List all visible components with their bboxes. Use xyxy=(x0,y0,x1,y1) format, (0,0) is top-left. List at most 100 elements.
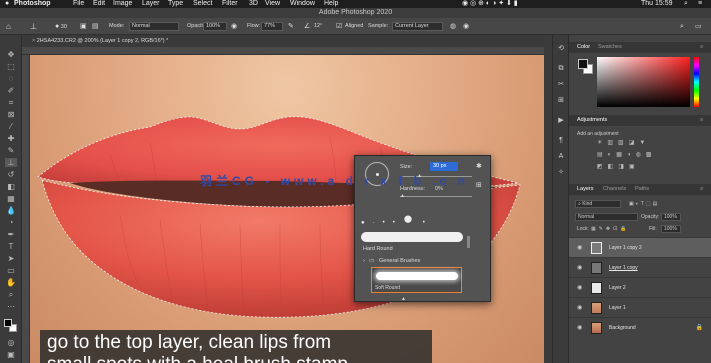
workspace-icon[interactable]: ▭ xyxy=(695,18,702,35)
home-icon[interactable]: ⌂ xyxy=(6,18,11,35)
mode-dropdown[interactable]: Normal xyxy=(129,22,179,31)
menu-3d[interactable]: 3D xyxy=(249,0,258,8)
menu-image[interactable]: Image xyxy=(113,0,132,8)
ignore-adjustment-icon[interactable]: ◍ xyxy=(450,18,456,35)
pressure-size-icon[interactable]: ◉ xyxy=(463,18,469,35)
blur-tool-icon[interactable]: 💧 xyxy=(5,206,17,215)
tab-adjustments[interactable]: Adjustments xyxy=(577,115,607,126)
move-tool-icon[interactable]: ✥ xyxy=(5,50,17,59)
apple-icon[interactable]: ● xyxy=(5,0,9,8)
fill-field[interactable]: 100% xyxy=(661,225,681,233)
frame-tool-icon[interactable]: ⊠ xyxy=(5,110,17,119)
dodge-tool-icon[interactable]: ◔ xyxy=(5,218,17,227)
healing-brush-tool-icon[interactable]: ✚ xyxy=(5,134,17,143)
lasso-tool-icon[interactable]: ◌ xyxy=(5,74,17,83)
quick-select-tool-icon[interactable]: ✐ xyxy=(5,86,17,95)
rectangle-tool-icon[interactable]: ▭ xyxy=(5,266,17,275)
kind-filter-dropdown[interactable]: ⌕ Kind xyxy=(575,200,621,208)
airbrush-icon[interactable]: ✎ xyxy=(288,18,294,35)
clone-source-icon[interactable]: ▤ xyxy=(92,18,99,35)
app-menu[interactable]: Photoshop xyxy=(14,0,51,8)
visibility-eye-icon[interactable]: ◉ xyxy=(577,238,585,258)
adjustments-menu-icon[interactable]: ≡ xyxy=(700,115,703,126)
quick-mask-icon[interactable]: ◎ xyxy=(5,338,17,347)
general-brushes-folder[interactable]: General Brushes xyxy=(379,258,420,264)
sample-dropdown[interactable]: Current Layer xyxy=(392,22,443,31)
history-brush-tool-icon[interactable]: ↺ xyxy=(5,170,17,179)
libraries-icon[interactable]: ✂ xyxy=(557,81,565,88)
properties-icon[interactable]: ⧉ xyxy=(557,65,565,72)
visibility-eye-icon[interactable]: ◉ xyxy=(577,258,585,278)
visibility-eye-icon[interactable]: ◉ xyxy=(577,298,585,318)
pressure-opacity-icon[interactable]: ◉ xyxy=(231,18,237,35)
tab-paths[interactable]: Paths xyxy=(635,184,649,195)
layer-row[interactable]: ◉ Layer 1 xyxy=(569,297,711,317)
adjustment-icons-row-1[interactable]: ☀▥▧◪▼ xyxy=(597,139,650,146)
screen-mode-icon[interactable]: ▣ xyxy=(5,350,17,359)
layer-row[interactable]: ◉ Layer 2 xyxy=(569,277,711,297)
folder-chevron-icon[interactable]: › xyxy=(363,258,365,264)
new-preset-icon[interactable]: ⊞ xyxy=(476,181,482,189)
menu-window[interactable]: Window xyxy=(290,0,315,8)
hard-round-preview[interactable] xyxy=(361,232,463,242)
opacity-field[interactable]: 100% xyxy=(203,22,227,31)
type-tool-icon[interactable]: T xyxy=(5,242,17,251)
foreground-color[interactable] xyxy=(578,59,588,69)
hard-round-label[interactable]: Hard Round xyxy=(363,246,393,252)
layer-row[interactable]: ◉ Background 🔒 xyxy=(569,317,711,337)
brush-tool-icon[interactable]: ✎ xyxy=(5,146,17,155)
hardness-slider-thumb[interactable]: ▲ xyxy=(400,193,405,199)
gradient-tool-icon[interactable]: ▦ xyxy=(5,194,17,203)
flow-field[interactable]: 77% xyxy=(261,22,283,31)
tab-layers[interactable]: Layers xyxy=(577,184,594,195)
tab-color[interactable]: Color xyxy=(577,42,590,53)
tab-swatches[interactable]: Swatches xyxy=(598,42,622,53)
aligned-checkbox[interactable]: ☑ xyxy=(336,18,342,35)
menu-type[interactable]: Type xyxy=(168,0,183,8)
paragraph-icon[interactable]: ¶ xyxy=(557,137,565,144)
popup-settings-icon[interactable]: ✱ xyxy=(476,162,482,170)
eraser-tool-icon[interactable]: ◧ xyxy=(5,182,17,191)
menu-file[interactable]: File xyxy=(73,0,84,8)
spotlight-icon[interactable]: ⌕ xyxy=(684,0,688,8)
size-field[interactable]: 30 px xyxy=(430,162,458,171)
vertical-scrollbar[interactable] xyxy=(544,35,552,363)
soft-round-preset[interactable]: Soft Round xyxy=(371,267,462,293)
hue-slider[interactable] xyxy=(694,57,699,107)
lock-icon[interactable]: 🔒 xyxy=(696,318,703,338)
layer-filter-icons[interactable]: ▣◐T⬚▤ xyxy=(629,201,659,207)
pen-tool-icon[interactable]: ✒ xyxy=(5,230,17,239)
history-icon[interactable]: ⟲ xyxy=(557,45,565,52)
tab-channels[interactable]: Channels xyxy=(603,184,626,195)
layer-opacity-field[interactable]: 100% xyxy=(661,213,681,221)
hardness-slider-track[interactable] xyxy=(400,196,472,197)
menu-layer[interactable]: Layer xyxy=(142,0,160,8)
brush-preset-picker[interactable]: ● 30 xyxy=(55,18,67,36)
actions-icon[interactable]: ▶ xyxy=(557,117,565,124)
popup-scrollbar[interactable] xyxy=(467,236,470,248)
layer-row[interactable]: ◉ Layer 1 copy 2 xyxy=(569,237,711,257)
path-select-tool-icon[interactable]: ➤ xyxy=(5,254,17,263)
hand-tool-icon[interactable]: ✋ xyxy=(5,278,17,287)
layer-row[interactable]: ◉ Layer 1 copy xyxy=(569,257,711,277)
menu-help[interactable]: Help xyxy=(324,0,338,8)
eyedropper-tool-icon[interactable]: ⁄ xyxy=(5,122,17,131)
lock-icons[interactable]: ▦✎✥⊡🔒 xyxy=(591,226,630,232)
visibility-eye-icon[interactable]: ◉ xyxy=(577,278,585,298)
marquee-tool-icon[interactable]: ⬚ xyxy=(5,62,17,71)
brush-settings-icon[interactable]: ▣ xyxy=(80,18,87,35)
menu-filter[interactable]: Filter xyxy=(222,0,238,8)
control-center-icon[interactable]: ≡ xyxy=(698,0,702,8)
recent-brushes-row[interactable]: ●·••● • xyxy=(361,210,467,228)
popup-resize-handle[interactable]: ▲ xyxy=(401,296,406,302)
crop-tool-icon[interactable]: ⌗ xyxy=(5,98,17,107)
angle-value[interactable]: 12° xyxy=(314,18,322,35)
zoom-tool-icon[interactable]: ⌕ xyxy=(5,290,17,299)
foreground-color-swatch[interactable] xyxy=(4,319,12,327)
glyphs-icon[interactable]: ⊞ xyxy=(557,97,565,104)
brushes-icon[interactable]: ✧ xyxy=(557,169,565,176)
menu-edit[interactable]: Edit xyxy=(93,0,105,8)
clone-stamp-tool-icon[interactable]: ⊥ xyxy=(30,18,37,35)
search-icon[interactable]: ⌕ xyxy=(680,18,684,35)
adjustment-icons-row-3[interactable]: ◩◧◨▣ xyxy=(597,163,640,170)
